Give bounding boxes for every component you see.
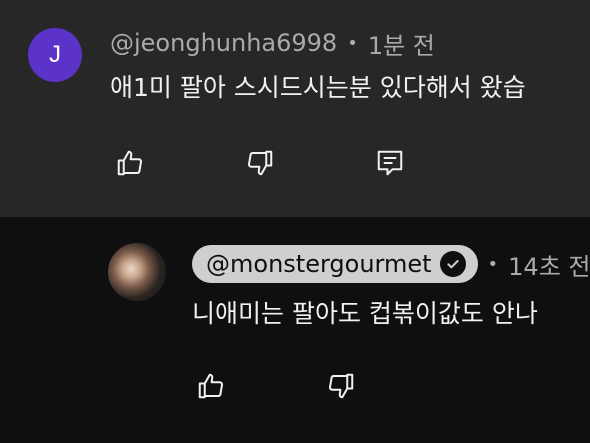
avatar[interactable]: J [28,28,82,82]
dislike-button[interactable] [243,146,277,180]
comment-author[interactable]: @jeonghunha6998 [110,29,337,57]
reply-text: 니애미는 팔아도 컵볶이값도 안나 [192,299,538,328]
reply-author: @monstergourmet [206,250,432,278]
reply-button[interactable] [373,146,407,180]
comment-header: @jeonghunha6998 • 1분 전 [110,26,435,60]
like-icon [198,373,224,399]
separator-dot: • [347,32,358,54]
comment-time: 1분 전 [367,31,435,60]
reply-time: 14초 전 [508,252,590,281]
author-badge[interactable]: @monstergourmet [192,245,478,283]
dislike-icon [328,373,354,399]
comment-actions [113,146,503,180]
avatar[interactable] [108,243,166,301]
dislike-button[interactable] [324,369,358,403]
verified-check-icon [439,251,466,277]
reply-header: @monstergourmet • 14초 전 [192,245,590,283]
avatar-letter: J [49,41,61,68]
reply-icon [377,150,403,176]
separator-dot: • [487,253,499,275]
reply-actions [194,369,454,403]
comment-thread: J @jeonghunha6998 • 1분 전 애1미 팔아 스시드시는분 있… [0,0,590,217]
like-button[interactable] [194,369,228,403]
comment-text: 애1미 팔아 스시드시는분 있다해서 왔습 [110,73,526,102]
like-icon [117,150,143,176]
dislike-icon [247,150,273,176]
like-button[interactable] [113,146,147,180]
